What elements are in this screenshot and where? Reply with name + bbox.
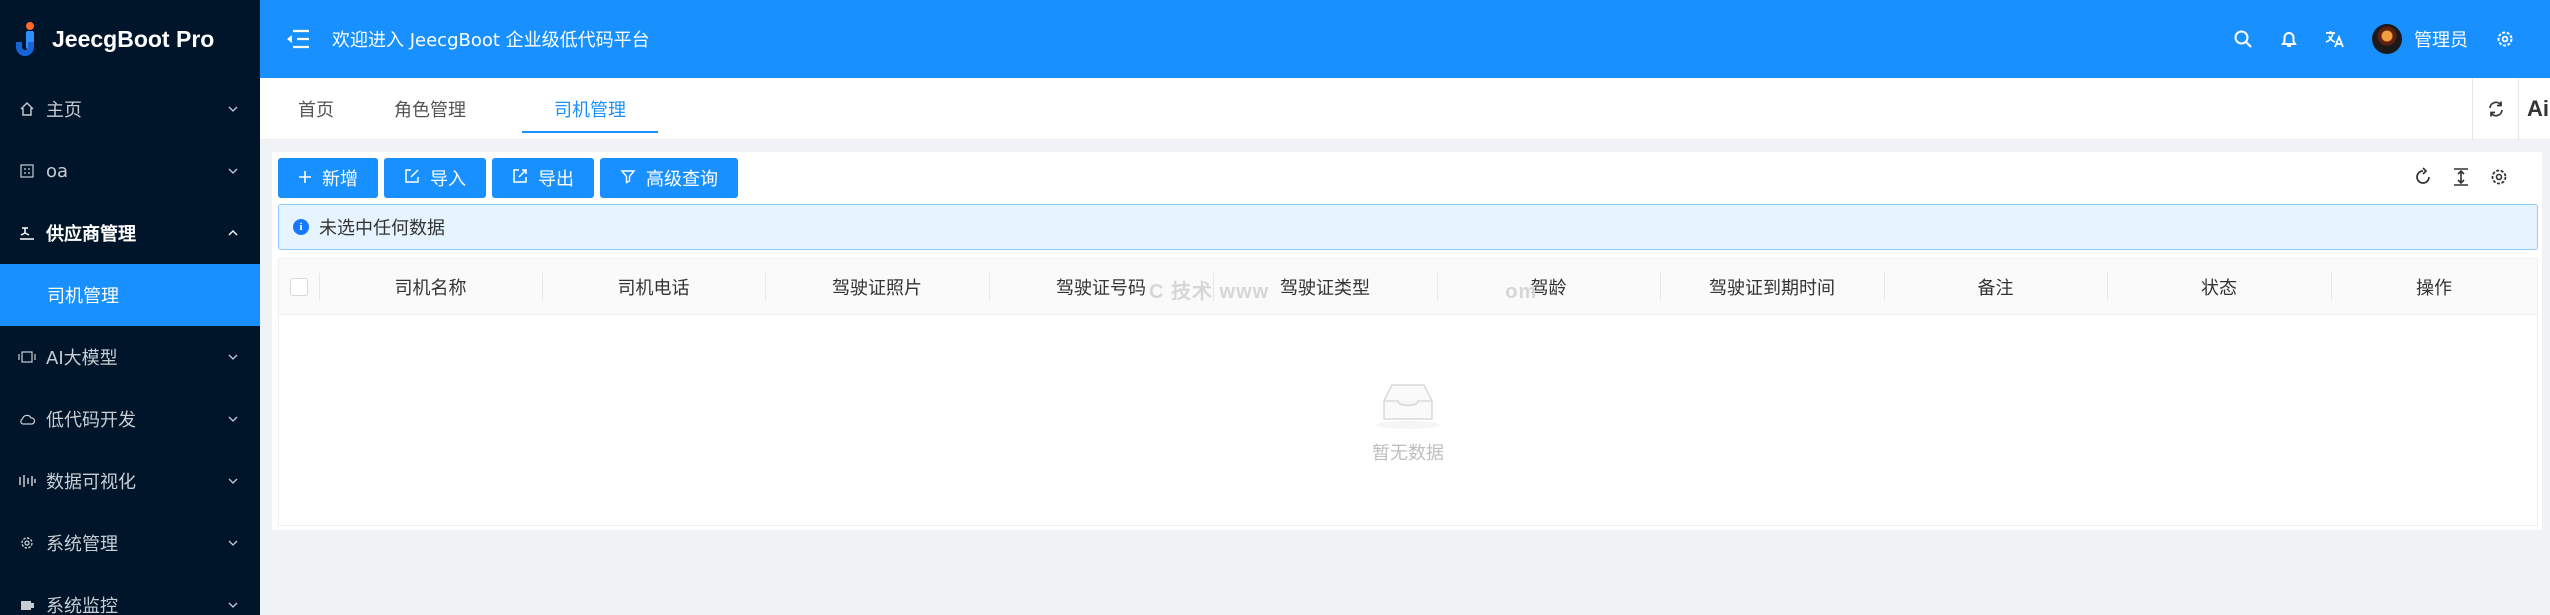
sidebar-item-home[interactable]: 主页: [0, 78, 260, 140]
sidebar-item-label: 数据可视化: [46, 472, 136, 493]
export-button-label: 导出: [538, 169, 574, 190]
export-button[interactable]: 导出: [492, 158, 594, 198]
welcome-text: 欢迎进入 JeecgBoot 企业级低代码平台: [332, 30, 650, 51]
translate-icon[interactable]: [2312, 19, 2358, 59]
tab-driver-management[interactable]: 司机管理: [522, 78, 658, 139]
content-card: 新增 导入 导出 高级查询 i 未选中任何数据 司机名称 司机电话 驾驶证照片 …: [272, 152, 2542, 530]
table-toolbar: 新增 导入 导出 高级查询: [278, 158, 744, 198]
tabs-bar: 首页 角色管理 司机管理 Ai: [260, 78, 2550, 140]
export-icon: [512, 168, 528, 189]
ai-model-icon: [18, 348, 36, 366]
table-tools: [2404, 162, 2518, 192]
column-header[interactable]: 司机电话: [542, 259, 765, 314]
bell-icon[interactable]: [2266, 19, 2312, 59]
logo-text: JeecgBoot Pro: [52, 25, 215, 52]
sidebar-item-label: 系统监控: [46, 596, 118, 615]
avatar[interactable]: [2372, 24, 2402, 54]
tab-role-management[interactable]: 角色管理: [364, 78, 496, 139]
empty-text: 暂无数据: [1372, 443, 1444, 464]
chart-icon: [18, 472, 36, 490]
sidebar: JeecgBoot Pro 主页 oa 供应商管理 司机管理 AI大模型 低代码…: [0, 0, 260, 615]
top-header: 欢迎进入 JeecgBoot 企业级低代码平台 管理员: [260, 0, 2550, 78]
reload-icon[interactable]: [2404, 162, 2442, 192]
sidebar-item-label: 司机管理: [47, 286, 119, 307]
sidebar-item-label: oa: [46, 160, 69, 182]
column-header[interactable]: 备注: [1884, 259, 2107, 314]
home-icon: [18, 100, 36, 118]
settings-icon[interactable]: [2480, 162, 2518, 192]
username[interactable]: 管理员: [2414, 26, 2468, 52]
driver-table: 司机名称 司机电话 驾驶证照片 驾驶证号码 驾驶证类型 驾龄 驾驶证到期时间 备…: [278, 258, 2538, 526]
chevron-down-icon: [228, 354, 238, 360]
select-all-checkbox[interactable]: [290, 277, 308, 296]
advanced-query-label: 高级查询: [646, 169, 718, 190]
chevron-down-icon: [228, 478, 238, 484]
menu-fold-icon[interactable]: [284, 25, 312, 53]
empty-box-icon: [1376, 384, 1440, 429]
empty-state: 暂无数据: [279, 379, 2537, 465]
sidebar-item-lowcode[interactable]: 低代码开发: [0, 388, 260, 450]
filter-icon: [620, 168, 636, 189]
grid-icon: [18, 162, 36, 180]
sidebar-item-label: 主页: [46, 100, 82, 121]
chevron-down-icon: [228, 602, 238, 608]
sidebar-item-driver[interactable]: 司机管理: [0, 264, 260, 326]
sidebar-item-label: AI大模型: [46, 348, 118, 369]
column-height-icon[interactable]: [2442, 162, 2480, 192]
column-header[interactable]: 操作: [2331, 259, 2537, 314]
column-header[interactable]: 驾驶证到期时间: [1660, 259, 1884, 314]
sidebar-item-label: 系统管理: [46, 534, 118, 555]
logo[interactable]: JeecgBoot Pro: [0, 0, 260, 78]
sidebar-item-oa[interactable]: oa: [0, 140, 260, 202]
supplier-icon: [18, 224, 36, 242]
column-header[interactable]: 驾驶证照片: [765, 259, 989, 314]
chevron-down-icon: [228, 168, 238, 174]
alert-text: 未选中任何数据: [319, 218, 445, 239]
import-icon: [404, 168, 420, 189]
add-button-label: 新增: [322, 169, 358, 190]
sidebar-item-monitor[interactable]: 系统监控: [0, 574, 260, 615]
sidebar-item-system[interactable]: 系统管理: [0, 512, 260, 574]
selection-alert: i 未选中任何数据: [278, 204, 2538, 250]
monitor-icon: [18, 596, 36, 614]
gear-icon: [18, 534, 36, 552]
chevron-down-icon: [228, 416, 238, 422]
column-header[interactable]: 司机名称: [319, 259, 542, 314]
sidebar-item-label: 低代码开发: [46, 410, 136, 431]
cloud-icon: [18, 410, 36, 428]
import-button[interactable]: 导入: [384, 158, 486, 198]
info-icon: i: [293, 219, 309, 235]
sidebar-item-label: 供应商管理: [46, 224, 136, 245]
advanced-query-button[interactable]: 高级查询: [600, 158, 738, 198]
add-button[interactable]: 新增: [278, 158, 378, 198]
plus-icon: [298, 168, 312, 189]
tab-home[interactable]: 首页: [268, 78, 364, 139]
column-header[interactable]: 状态: [2107, 259, 2331, 314]
import-button-label: 导入: [430, 169, 466, 190]
sidebar-item-ai-model[interactable]: AI大模型: [0, 326, 260, 388]
search-icon[interactable]: [2220, 19, 2266, 59]
sidebar-item-supplier[interactable]: 供应商管理: [0, 202, 260, 264]
page-background: [260, 530, 2550, 615]
select-all-cell: [279, 259, 319, 314]
jeecg-logo-icon: [14, 22, 40, 56]
refresh-icon[interactable]: [2472, 78, 2518, 140]
chevron-up-icon: [228, 230, 238, 236]
chevron-down-icon: [228, 540, 238, 546]
watermark: C 技术 www om: [1149, 281, 1538, 303]
sidebar-item-dataviz[interactable]: 数据可视化: [0, 450, 260, 512]
settings-icon[interactable]: [2482, 19, 2528, 59]
chevron-down-icon: [228, 106, 238, 112]
ai-button[interactable]: Ai: [2518, 78, 2550, 140]
table-header: 司机名称 司机电话 驾驶证照片 驾驶证号码 驾驶证类型 驾龄 驾驶证到期时间 备…: [279, 259, 2537, 315]
